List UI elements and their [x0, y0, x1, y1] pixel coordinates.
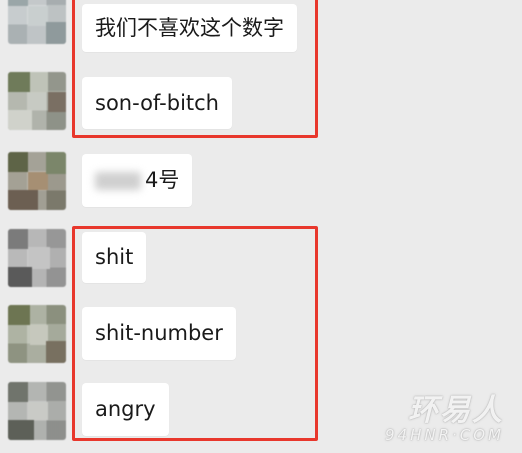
message-text: angry: [95, 397, 156, 421]
message-bubble: angry: [82, 383, 169, 436]
message-bubble: 4号: [82, 154, 193, 207]
message-text: 4号: [145, 168, 180, 192]
message-bubble: shit-number: [82, 307, 236, 360]
message-text: son-of-bitch: [95, 90, 219, 115]
avatar[interactable]: [8, 0, 66, 44]
watermark-site-name: 环易人: [408, 392, 504, 428]
message-text: shit-number: [95, 321, 223, 345]
avatar[interactable]: [8, 229, 66, 287]
watermark-url: 94HNR·COM: [385, 425, 504, 444]
message-bubble: son-of-bitch: [82, 77, 232, 129]
watermark: 环易人 94HNR·COM: [385, 392, 504, 446]
avatar[interactable]: [8, 305, 66, 363]
message-bubble: shit: [82, 232, 147, 283]
avatar[interactable]: [8, 152, 66, 210]
message-text: shit: [95, 245, 134, 269]
avatar[interactable]: [8, 382, 66, 440]
blurred-text: [95, 171, 141, 190]
message-text: 我们不喜欢这个数字: [95, 15, 284, 40]
avatar[interactable]: [8, 72, 66, 130]
message-bubble: 我们不喜欢这个数字: [82, 4, 297, 52]
